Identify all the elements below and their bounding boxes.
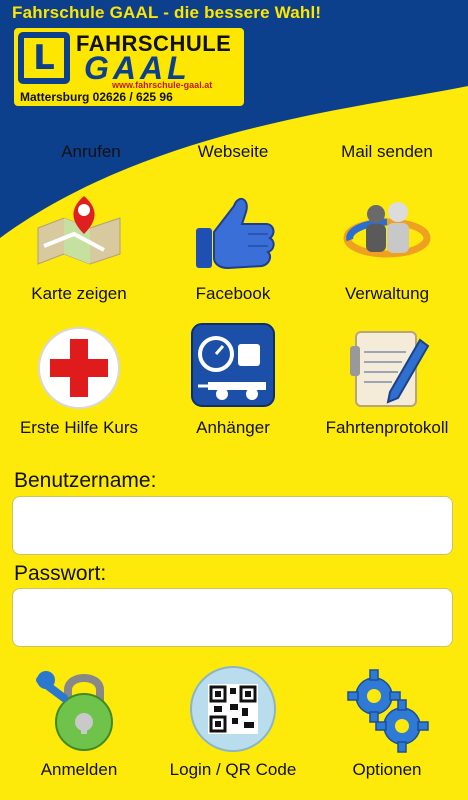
- thumbs-up-icon: [196, 197, 275, 270]
- l-plate-icon: L: [18, 32, 70, 84]
- call-button[interactable]: Anrufen: [13, 142, 169, 162]
- qr-code-icon: [190, 666, 276, 752]
- logo-address: Mattersburg 02626 / 625 96: [20, 90, 173, 104]
- qr-login-button[interactable]: Login / QR Code: [155, 664, 311, 794]
- login-button[interactable]: Anmelden: [1, 664, 157, 794]
- options-label: Optionen: [352, 760, 422, 779]
- website-button[interactable]: Webseite: [155, 142, 311, 162]
- trailer-label: Anhänger: [196, 418, 270, 437]
- trailer-weight-icon: [191, 323, 275, 407]
- first-aid-course-button[interactable]: Erste Hilfe Kurs: [1, 322, 157, 452]
- login-label: Anmelden: [40, 760, 118, 779]
- facebook-label: Facebook: [195, 284, 271, 303]
- map-pin-icon: [37, 196, 121, 265]
- gears-icon: [347, 669, 429, 753]
- administration-label: Verwaltung: [344, 284, 430, 303]
- username-label: Benutzername:: [14, 469, 157, 492]
- header-tagline: Fahrschule GAAL - die bessere Wahl!: [12, 3, 322, 22]
- school-logo: L FAHRSCHULE GAAL www.fahrschule-gaal.at…: [12, 26, 246, 108]
- trailer-button[interactable]: Anhänger: [155, 322, 311, 452]
- show-map-button[interactable]: Karte zeigen: [1, 188, 157, 318]
- password-label: Passwort:: [14, 562, 107, 585]
- send-mail-button[interactable]: Mail senden: [309, 142, 465, 162]
- key-lock-icon: [36, 671, 113, 751]
- driving-log-label: Fahrtenprotokoll: [325, 418, 449, 437]
- facebook-button[interactable]: Facebook: [155, 188, 311, 318]
- driving-log-button[interactable]: Fahrtenprotokoll: [309, 322, 465, 452]
- show-map-label: Karte zeigen: [31, 284, 127, 303]
- options-button[interactable]: Optionen: [309, 664, 465, 794]
- people-sync-icon: [343, 202, 431, 258]
- first-aid-course-label: Erste Hilfe Kurs: [19, 418, 139, 437]
- administration-button[interactable]: Verwaltung: [309, 188, 465, 318]
- qr-login-label: Login / QR Code: [169, 760, 297, 779]
- app-screen: Fahrschule GAAL - die bessere Wahl! L FA…: [0, 0, 468, 800]
- clipboard-pen-icon: [350, 331, 430, 407]
- red-cross-icon: [38, 327, 120, 409]
- username-input[interactable]: [12, 496, 453, 555]
- password-input[interactable]: [12, 588, 453, 647]
- logo-url: www.fahrschule-gaal.at: [112, 80, 213, 90]
